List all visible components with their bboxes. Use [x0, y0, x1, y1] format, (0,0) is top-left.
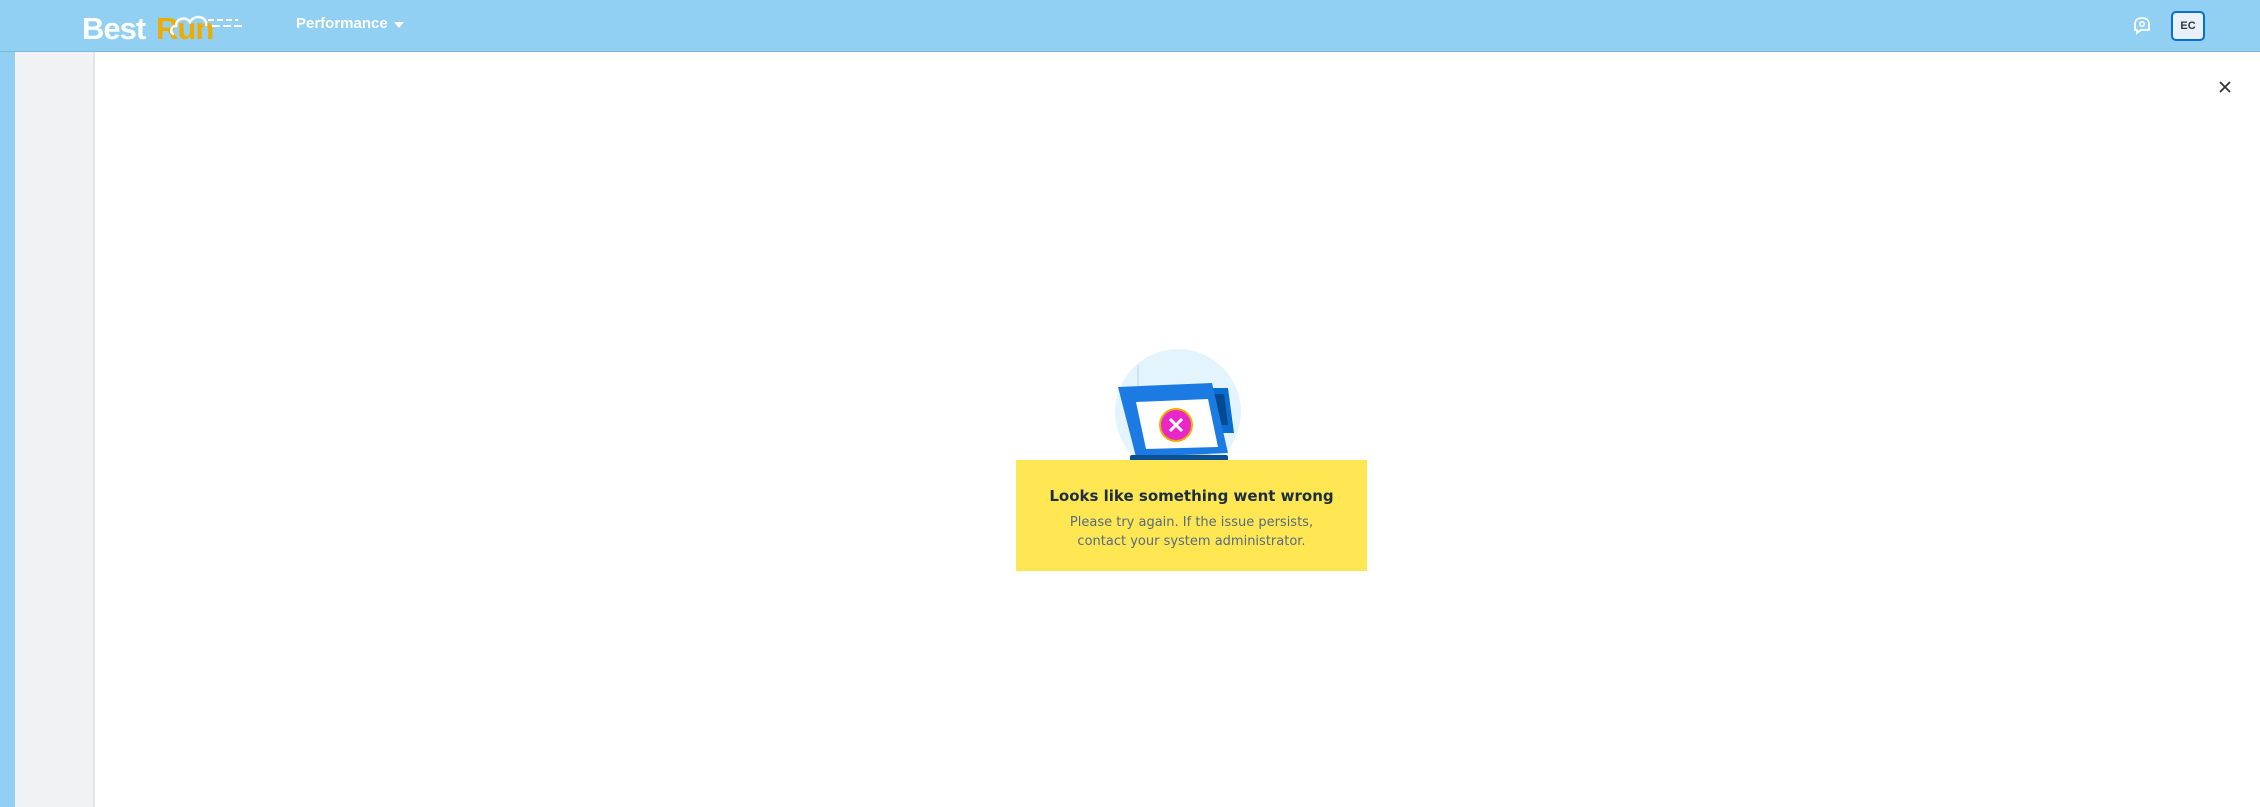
notifications-icon[interactable]	[2131, 15, 2153, 37]
company-logo[interactable]: Best Run	[82, 8, 244, 46]
side-rail-accent	[0, 52, 15, 807]
shell-header: Best Run Performance EC	[0, 0, 2260, 52]
error-title: Looks like something went wrong	[1049, 487, 1334, 505]
logo-cloud-icon	[170, 15, 244, 36]
user-avatar-button[interactable]: EC	[2171, 11, 2205, 41]
side-navigation-panel	[15, 52, 95, 807]
app-shell: Best Run Performance EC Looks like somet…	[0, 0, 2260, 807]
product-switcher-menu[interactable]: Performance	[296, 15, 404, 32]
close-icon[interactable]	[2214, 76, 2236, 98]
logo-text-best: Best	[82, 11, 146, 46]
error-description: Please try again. If the issue persists,…	[1069, 515, 1314, 549]
error-message-panel: Looks like something went wrong Please t…	[1016, 460, 1367, 571]
product-menu-label: Performance	[296, 15, 388, 32]
chevron-down-icon	[393, 21, 404, 28]
